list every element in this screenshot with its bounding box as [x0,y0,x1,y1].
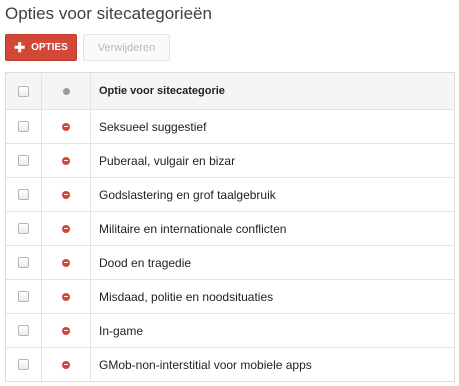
row-checkbox[interactable] [18,257,29,268]
status-dot-icon [62,87,70,95]
blocked-icon [62,360,70,369]
select-all-checkbox[interactable] [18,85,29,97]
category-name: Militaire en internationale conflicten [99,221,287,236]
status-header-cell [42,73,91,109]
category-name: Dood en tragedie [99,255,192,270]
blocked-icon [62,122,70,131]
column-header-name[interactable]: Optie voor sitecategorie [91,73,454,109]
blocked-icon [62,292,70,301]
table-row: Misdaad, politie en noodsituaties [6,279,454,313]
row-checkbox[interactable] [18,121,29,132]
row-checkbox[interactable] [18,155,29,166]
table-row: Dood en tragedie [6,245,454,279]
row-checkbox[interactable] [18,325,29,336]
table-row: Puberaal, vulgair en bizar [6,143,454,177]
blocked-icon [62,190,70,199]
table-row: Militaire en internationale conflicten [6,211,454,245]
category-name: In-game [99,323,144,338]
blocked-icon [62,224,70,233]
row-checkbox[interactable] [18,189,29,200]
table-row: Seksueel suggestief [6,109,454,143]
blocked-icon [62,258,70,267]
row-checkbox[interactable] [18,291,29,302]
blocked-icon [62,326,70,335]
plus-icon: ✚ [14,40,26,55]
table-header-row: Optie voor sitecategorie [6,73,454,109]
delete-button[interactable]: Verwijderen [83,34,170,61]
add-options-button[interactable]: ✚ OPTIES [5,34,77,61]
category-name: Godslastering en grof taalgebruik [99,187,276,202]
row-checkbox[interactable] [18,359,29,370]
category-name: GMob-non-interstitial voor mobiele apps [99,357,312,372]
row-checkbox[interactable] [18,223,29,234]
add-options-label: OPTIES [31,42,68,53]
blocked-icon [62,156,70,165]
category-name: Seksueel suggestief [99,119,207,134]
table-row: Godslastering en grof taalgebruik [6,177,454,211]
select-all-cell [6,73,42,109]
page-title: Opties voor sitecategorieën [5,4,212,23]
table-row: In-game [6,313,454,347]
category-name: Puberaal, vulgair en bizar [99,153,236,168]
category-name: Misdaad, politie en noodsituaties [99,289,274,304]
site-category-table: Optie voor sitecategorie Seksueel sugges… [5,72,455,382]
table-row: GMob-non-interstitial voor mobiele apps [6,347,454,381]
